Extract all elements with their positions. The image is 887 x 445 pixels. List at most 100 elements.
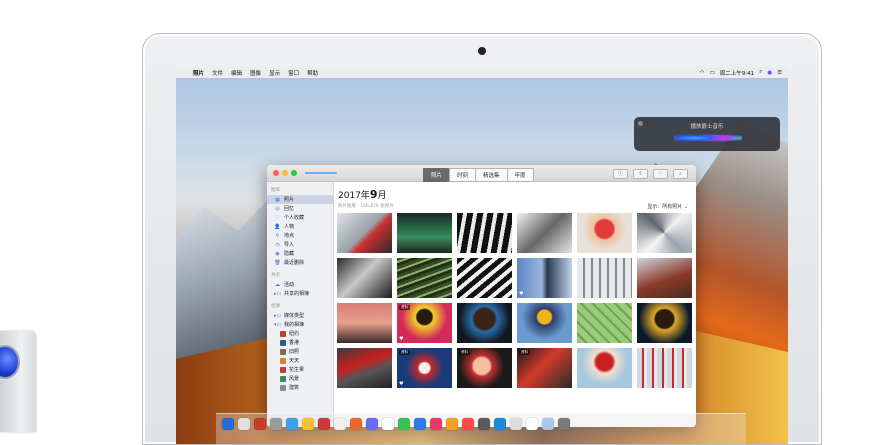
photo-thumbnail[interactable] [337, 303, 392, 343]
dock-app-icon[interactable] [526, 418, 538, 430]
tab-3[interactable]: 年度 [506, 168, 534, 182]
pin-icon: ⚲ [275, 232, 280, 239]
sidebar-item[interactable]: ◎ 回忆 [267, 204, 333, 213]
photo-thumbnail[interactable] [457, 258, 512, 298]
sidebar-item[interactable]: ◉ 隐藏 [267, 249, 333, 258]
siri-icon[interactable]: ● [767, 70, 772, 76]
photo-thumbnail[interactable] [577, 303, 632, 343]
wifi-icon[interactable]: ◠ [700, 70, 705, 76]
dock-app-icon[interactable] [270, 418, 282, 430]
favorite-heart-icon[interactable]: ♥ [519, 291, 523, 297]
dock-app-icon[interactable] [318, 418, 330, 430]
dock-app-icon[interactable] [510, 418, 522, 430]
photo-thumbnail[interactable] [577, 213, 632, 253]
search-icon[interactable]: ⌕ [673, 169, 688, 179]
dock-app-icon[interactable] [350, 418, 362, 430]
photo-thumbnail[interactable] [517, 213, 572, 253]
dock-app-icon[interactable] [462, 418, 474, 430]
photo-thumbnail[interactable] [337, 213, 392, 253]
favorite-icon[interactable]: ♡ [653, 169, 668, 179]
photo-thumbnail[interactable] [397, 213, 452, 253]
sidebar-item[interactable]: 风景 [267, 374, 333, 383]
photo-thumbnail[interactable] [517, 303, 572, 343]
photo-thumbnail[interactable] [457, 213, 512, 253]
sidebar-item[interactable]: ◷ 导入 [267, 240, 333, 249]
menu-item[interactable]: 编辑 [231, 69, 242, 77]
sidebar-item[interactable]: ▸▭ 共享的相簿 [267, 289, 333, 298]
sidebar-item[interactable]: 香港 [267, 338, 333, 347]
photo-thumbnail[interactable]: ♥ [517, 258, 572, 298]
photo-thumbnail[interactable] [577, 258, 632, 298]
dock-app-icon[interactable] [238, 418, 250, 430]
sidebar-item[interactable]: 花生果 [267, 365, 333, 374]
dock-app-icon[interactable] [542, 418, 554, 430]
dock [216, 413, 746, 444]
sidebar-item[interactable]: 🗑 最近删除 [267, 258, 333, 267]
sidebar-item[interactable]: ⚲ 地点 [267, 231, 333, 240]
photo-thumbnail[interactable]: 资料 ♥ [397, 303, 452, 343]
photo-thumbnail[interactable]: 资料 ♥ [397, 348, 452, 388]
album-thumbnail-icon [280, 348, 286, 355]
sidebar-item[interactable]: ▦ 照片 [267, 195, 333, 204]
menu-item[interactable]: 窗口 [288, 69, 299, 77]
photo-thumbnail[interactable] [337, 258, 392, 298]
notification-center-icon[interactable]: ☰ [777, 70, 782, 76]
sidebar-item[interactable]: 纽约 [267, 329, 333, 338]
sidebar-item[interactable]: 👤 人物 [267, 222, 333, 231]
clock[interactable]: 周二上午9:41 [720, 69, 754, 77]
photo-thumbnail[interactable] [637, 303, 692, 343]
dock-app-icon[interactable] [430, 418, 442, 430]
dock-app-icon[interactable] [494, 418, 506, 430]
photo-thumbnail[interactable]: 资料 [517, 348, 572, 388]
menu-item[interactable]: 图像 [250, 69, 261, 77]
tab-1[interactable]: 时刻 [449, 168, 477, 182]
sidebar-item[interactable]: 天天 [267, 356, 333, 365]
dock-app-icon[interactable] [478, 418, 490, 430]
photo-thumbnail[interactable] [577, 348, 632, 388]
menu-item[interactable]: 显示 [269, 69, 280, 77]
info-icon[interactable]: ⓘ [613, 169, 628, 179]
photo-thumbnail[interactable]: 资料 [457, 348, 512, 388]
photo-thumbnail[interactable] [637, 213, 692, 253]
dock-app-icon[interactable] [302, 418, 314, 430]
sidebar-item[interactable]: ♡ 个人收藏 [267, 213, 333, 222]
dock-app-icon[interactable] [398, 418, 410, 430]
menu-item[interactable]: 文件 [212, 69, 223, 77]
sidebar-item[interactable]: ☁ 活动 [267, 280, 333, 289]
dock-app-icon[interactable] [366, 418, 378, 430]
favorite-heart-icon[interactable]: ♥ [399, 336, 403, 342]
photo-thumbnail[interactable] [397, 258, 452, 298]
battery-icon[interactable]: ▭ [710, 70, 715, 76]
photo-thumbnail[interactable] [637, 258, 692, 298]
sidebar-section-library: 图库 [271, 188, 280, 193]
photo-thumbnail[interactable] [637, 348, 692, 388]
tab-0[interactable]: 照片 [423, 168, 451, 182]
dock-app-icon[interactable] [382, 418, 394, 430]
menu-item[interactable]: 帮助 [307, 69, 318, 77]
dock-app-icon[interactable] [446, 418, 458, 430]
dock-app-icon[interactable] [254, 418, 266, 430]
menu-item[interactable]: 照片 [193, 69, 204, 77]
zoom-button[interactable] [291, 170, 297, 176]
sidebar-item[interactable]: ▾▭ 我的相簿 [267, 320, 333, 329]
show-filter-dropdown[interactable]: 显示：所有照片 ⌄ [647, 203, 688, 210]
photo-thumbnail[interactable] [337, 348, 392, 388]
dock-app-icon[interactable] [558, 418, 570, 430]
photo-thumbnail[interactable] [457, 303, 512, 343]
share-icon[interactable]: ⇪ [633, 169, 648, 179]
favorite-heart-icon[interactable]: ♥ [399, 381, 403, 387]
close-button[interactable] [273, 170, 279, 176]
sidebar-item[interactable]: 旧照 [267, 347, 333, 356]
dock-app-icon[interactable] [334, 418, 346, 430]
photo-row [337, 213, 693, 253]
status-area: ◠ ▭ 周二上午9:41 ⌕ ● ☰ [700, 69, 782, 77]
sidebar-item[interactable]: ▸▭ 媒体类型 [267, 311, 333, 320]
search-icon[interactable]: ⌕ [759, 69, 762, 76]
tab-2[interactable]: 精选集 [475, 168, 508, 182]
dock-app-icon[interactable] [286, 418, 298, 430]
zoom-slider[interactable] [305, 172, 337, 174]
dock-app-icon[interactable] [414, 418, 426, 430]
sidebar-item[interactable]: 建筑 [267, 383, 333, 392]
dock-app-icon[interactable] [222, 418, 234, 430]
minimize-button[interactable] [282, 170, 288, 176]
